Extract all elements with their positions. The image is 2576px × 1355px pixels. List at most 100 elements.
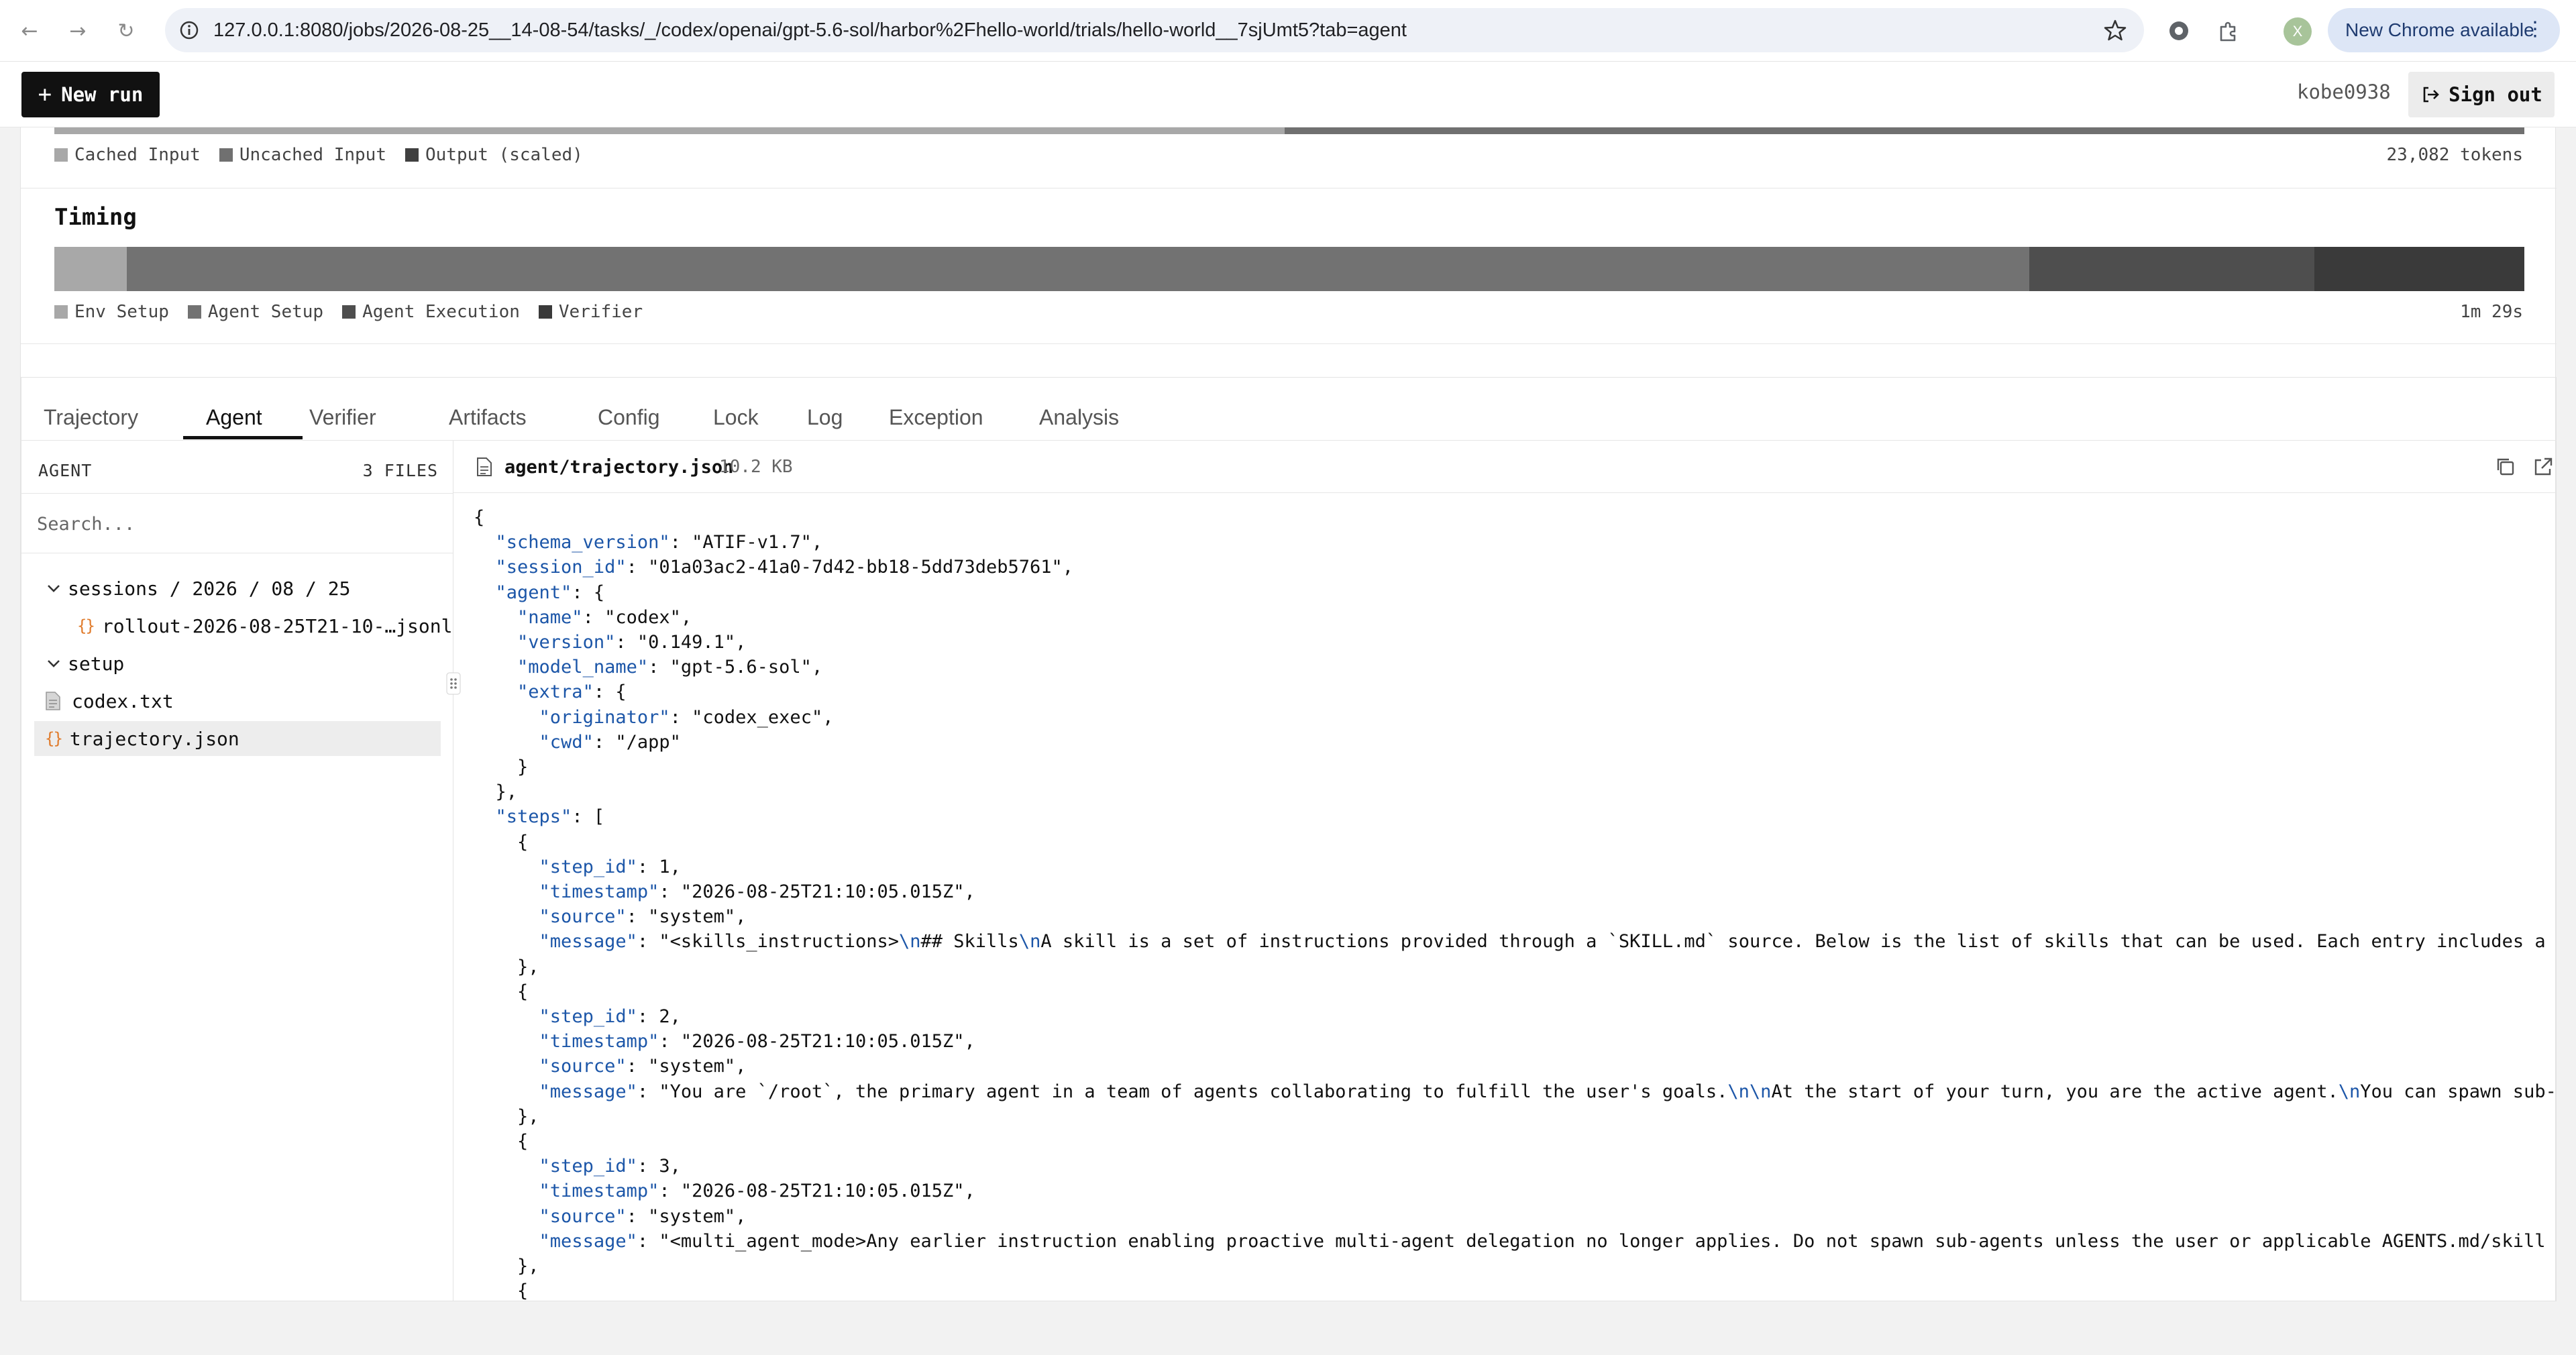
forward-icon[interactable]: → <box>64 17 91 44</box>
section-divider <box>21 343 2557 344</box>
code-line: "source": "system", <box>539 906 747 928</box>
timing-segment-agent-setup <box>127 247 2029 291</box>
token-total: 23,082 tokens <box>2386 145 2524 165</box>
code-line: "agent": { <box>495 582 605 603</box>
chrome-update-button[interactable]: New Chrome available ⋮ <box>2328 8 2560 52</box>
code-line: "model_name": "gpt-5.6-sol", <box>517 657 823 678</box>
file-search <box>21 493 453 553</box>
tree-label: rollout-2026-08-25T21-10-…jsonl <box>101 614 453 637</box>
timing-legend: Env Setup Agent Setup Agent Execution Ve… <box>54 302 643 322</box>
file-tree-sidebar: AGENT 3 FILES sessions / 2026 / 08 / 25 … <box>21 441 453 1301</box>
legend-swatch <box>405 148 419 162</box>
legend-item-agent-execution: Agent Execution <box>342 302 520 322</box>
code-line: "name": "codex", <box>517 606 692 628</box>
legend-item-uncached-input: Uncached Input <box>219 145 386 165</box>
copy-icon[interactable] <box>2494 455 2517 478</box>
code-line: }, <box>474 1256 539 1277</box>
bookmark-star-icon[interactable] <box>2102 17 2128 43</box>
token-usage-bar <box>54 127 2524 134</box>
file-path: agent/trajectory.json <box>504 457 734 478</box>
file-viewer: agent/trajectory.json 10.2 KB { "schema_… <box>453 441 2556 1301</box>
legend-label: Uncached Input <box>239 145 386 165</box>
timing-total: 1m 29s <box>2460 302 2523 322</box>
site-info-icon[interactable] <box>178 19 200 41</box>
url-text[interactable]: 127.0.0.1:8080/jobs/2026-08-25__14-08-54… <box>213 8 1407 52</box>
tree-label: sessions / 2026 / 08 / 25 <box>68 577 351 600</box>
code-line: "message": "<skills_instructions>\n## Sk… <box>539 931 2556 953</box>
active-tab-indicator <box>183 436 303 439</box>
tree-label: setup <box>68 652 125 675</box>
reload-icon[interactable]: ↻ <box>113 17 140 44</box>
code-line: { <box>474 1131 529 1152</box>
code-line: "message": "You are `/root`, the primary… <box>539 1081 2556 1102</box>
tree-file-codex-txt[interactable]: codex.txt <box>34 684 441 718</box>
code-line: "step_id": 2, <box>539 1006 681 1028</box>
code-line: } <box>474 757 529 778</box>
more-menu-icon[interactable]: ⋮ <box>2525 17 2545 41</box>
sign-out-button[interactable]: Sign out <box>2408 72 2555 117</box>
code-line: "timestamp": "2026-08-25T21:10:05.015Z", <box>539 1181 975 1202</box>
open-external-icon[interactable] <box>2532 455 2555 478</box>
legend-swatch <box>538 305 552 319</box>
tree-folder-sessions[interactable]: sessions / 2026 / 08 / 25 <box>34 571 441 606</box>
code-line: "originator": "codex_exec", <box>539 706 834 728</box>
chrome-update-label: New Chrome available <box>2345 19 2534 40</box>
extensions-puzzle-icon[interactable] <box>2215 17 2242 44</box>
window-bottom <box>0 1301 2576 1355</box>
file-size: 10.2 KB <box>719 457 793 477</box>
legend-swatch <box>219 148 233 162</box>
code-line: "timestamp": "2026-08-25T21:10:05.015Z", <box>539 1031 975 1052</box>
extension-globe-icon[interactable] <box>2165 17 2192 44</box>
chevron-down-icon <box>48 585 60 592</box>
code-line: "source": "system", <box>539 1205 747 1227</box>
code-line: }, <box>474 781 518 803</box>
username: kobe0938 <box>2297 80 2391 103</box>
code-line: "timestamp": "2026-08-25T21:10:05.015Z", <box>539 881 975 903</box>
legend-label: Output (scaled) <box>425 145 583 165</box>
legend-item-output: Output (scaled) <box>405 145 583 165</box>
code-line: { <box>474 507 485 528</box>
timing-title: Timing <box>54 204 137 231</box>
code-line: "version": "0.149.1", <box>517 632 747 653</box>
tree-folder-setup[interactable]: setup <box>34 646 441 681</box>
token-legend: Cached Input Uncached Input Output (scal… <box>54 145 583 165</box>
legend-swatch <box>342 305 356 319</box>
tree-file-rollout[interactable]: {} rollout-2026-08-25T21-10-…jsonl <box>34 608 453 643</box>
token-bar-cached <box>54 127 1285 134</box>
legend-label: Cached Input <box>74 145 201 165</box>
tree-label: codex.txt <box>72 690 174 712</box>
timing-segment-env-setup <box>54 247 127 291</box>
profile-avatar[interactable]: X <box>2284 17 2312 46</box>
code-line: "source": "system", <box>539 1056 747 1077</box>
address-bar[interactable]: 127.0.0.1:8080/jobs/2026-08-25__14-08-54… <box>165 8 2144 52</box>
text-file-icon <box>46 692 60 710</box>
file-viewer-header: agent/trajectory.json 10.2 KB <box>453 441 2556 493</box>
plus-icon: + <box>38 81 52 108</box>
legend-label: Agent Setup <box>207 302 324 322</box>
sign-out-icon <box>2423 87 2439 103</box>
legend-item-agent-setup: Agent Setup <box>187 302 324 322</box>
sidebar-heading: AGENT <box>38 461 93 480</box>
code-line: "cwd": "/app" <box>539 731 681 753</box>
back-icon[interactable]: ← <box>16 17 43 44</box>
tree-label: trajectory.json <box>69 727 239 750</box>
legend-swatch <box>54 148 68 162</box>
token-bar-uncached <box>1285 127 2524 134</box>
legend-item-env-setup: Env Setup <box>54 302 169 322</box>
sign-out-label: Sign out <box>2449 83 2542 106</box>
legend-label: Env Setup <box>74 302 169 322</box>
file-count: 3 FILES <box>362 461 438 480</box>
trial-detail-panel: Cached Input Uncached Input Output (scal… <box>20 127 2557 1301</box>
tree-file-trajectory[interactable]: {} trajectory.json <box>34 721 441 756</box>
legend-swatch <box>187 305 201 319</box>
timing-segment-agent-execution <box>2029 247 2314 291</box>
new-run-button[interactable]: + New run <box>21 72 160 117</box>
browser-toolbar: ← → ↻ 127.0.0.1:8080/jobs/2026-08-25__14… <box>0 0 2576 62</box>
code-line: }, <box>474 1105 539 1127</box>
legend-label: Verifier <box>558 302 643 322</box>
code-line: { <box>474 1281 529 1301</box>
code-line: "schema_version": "ATIF-v1.7", <box>495 532 823 553</box>
json-code-view: { "schema_version": "ATIF-v1.7", "sessio… <box>474 505 2556 1301</box>
chevron-down-icon <box>48 660 60 667</box>
file-search-input[interactable] <box>37 510 426 538</box>
